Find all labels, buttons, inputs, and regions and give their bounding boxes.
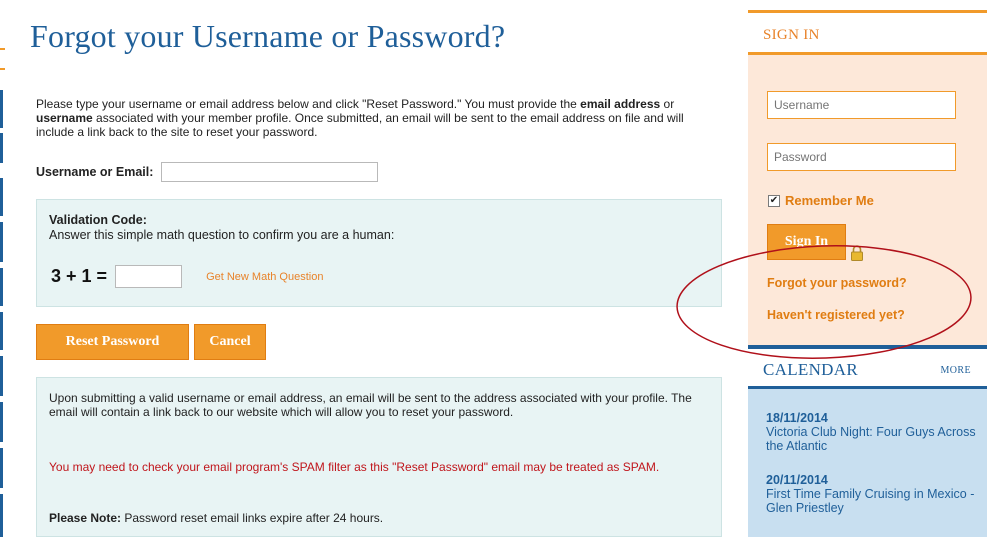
notice-expiry-note: Please Note: Password reset email links … [49, 511, 384, 525]
username-or-email-input[interactable] [161, 162, 379, 182]
signin-header: SIGN IN [748, 13, 987, 55]
remember-me-row[interactable]: ✔ Remember Me [768, 193, 874, 208]
username-label: Username or Email: [36, 165, 154, 179]
notice-info: Upon submitting a valid username or emai… [49, 391, 692, 419]
calendar-title: CALENDAR [763, 360, 858, 379]
math-answer-input[interactable] [115, 265, 183, 288]
calendar-event[interactable]: 20/11/2014 First Time Family Cruising in… [766, 473, 976, 515]
event-date: 18/11/2014 [766, 411, 828, 425]
event-date: 20/11/2014 [766, 473, 828, 487]
checkbox-checked-icon[interactable]: ✔ [768, 194, 780, 207]
calendar-header: CALENDAR MORE [748, 349, 987, 389]
signin-panel: SIGN IN ✔ Remember Me Sign In Forgot you… [748, 10, 987, 345]
username-row: Username or Email: [36, 162, 379, 182]
reset-password-button[interactable]: Reset Password [36, 324, 189, 360]
cancel-button[interactable]: Cancel [194, 324, 266, 360]
left-edge-decoration [0, 0, 6, 537]
validation-title: Validation Code: [49, 213, 147, 227]
get-new-math-question-link[interactable]: Get New Math Question [206, 271, 323, 283]
calendar-more-link[interactable]: MORE [941, 365, 972, 376]
intro-text: Please type your username or email addre… [36, 97, 684, 139]
sidebar: SIGN IN ✔ Remember Me Sign In Forgot you… [748, 0, 989, 537]
signin-password-input[interactable] [767, 143, 956, 171]
remember-me-label: Remember Me [785, 193, 874, 208]
main-content: Forgot your Username or Password? Please… [24, 0, 734, 537]
lock-icon [851, 245, 863, 261]
event-name[interactable]: Victoria Club Night: Four Guys Across th… [766, 425, 976, 453]
validation-subtitle: Answer this simple math question to conf… [49, 228, 395, 242]
signin-title: SIGN IN [763, 27, 820, 43]
math-question-row: 3 + 1 = Get New Math Question [51, 265, 323, 288]
calendar-event[interactable]: 18/11/2014 Victoria Club Night: Four Guy… [766, 411, 976, 453]
register-link[interactable]: Haven't registered yet? [767, 308, 905, 322]
sign-in-button[interactable]: Sign In [767, 224, 846, 260]
notice-spam-warning: You may need to check your email program… [49, 460, 660, 474]
calendar-panel: CALENDAR MORE 18/11/2014 Victoria Club N… [748, 345, 987, 537]
notice-panel: Upon submitting a valid username or emai… [36, 377, 722, 537]
math-question: 3 + 1 = [51, 266, 108, 286]
validation-panel: Validation Code: Answer this simple math… [36, 199, 722, 307]
forgot-password-link[interactable]: Forgot your password? [767, 276, 907, 290]
event-name[interactable]: First Time Family Cruising in Mexico - G… [766, 487, 976, 515]
page-title: Forgot your Username or Password? [30, 18, 506, 54]
signin-username-input[interactable] [767, 91, 956, 119]
